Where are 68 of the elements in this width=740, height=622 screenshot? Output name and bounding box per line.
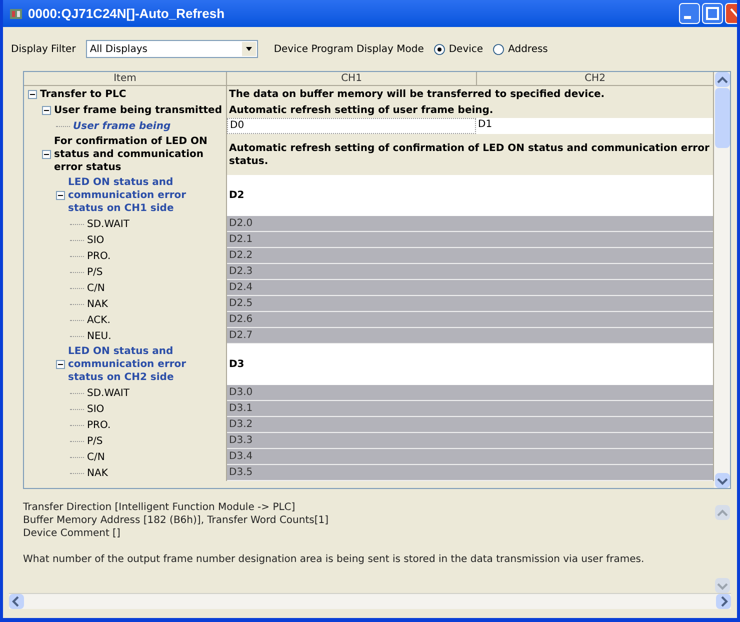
item-label: SD.WAIT — [87, 386, 130, 400]
item-label: C/N — [87, 450, 105, 464]
minimize-icon[interactable] — [679, 3, 700, 24]
horizontal-scrollbar[interactable] — [9, 593, 731, 609]
item-label: SIO — [87, 402, 104, 416]
device-value: D2 — [229, 189, 244, 203]
item-label: C/N — [87, 282, 105, 294]
info-line: Buffer Memory Address [182 (B6h)], Transfer Word Counts[1] — [23, 514, 330, 527]
radio-label[interactable]: Device — [448, 42, 484, 56]
item-label: P/S — [87, 434, 103, 448]
item-label: For confirmation of LED ON status and communication error status — [54, 135, 208, 174]
info-line: Device Comment [] — [23, 527, 122, 540]
mode-label: Device Program Display Mode — [274, 42, 424, 56]
info-line: Transfer Direction [Intelligent Function Module -> PLC] — [23, 501, 296, 514]
device-cell: D2.4 — [227, 280, 713, 296]
device-cell: D2.0 — [227, 216, 713, 232]
window-title: 0000:QJ71C24N[]-Auto_Refresh — [28, 4, 225, 23]
device-cell: D2.5 — [227, 296, 713, 312]
device-cell: D3.4 — [227, 449, 713, 465]
device-cell: D2.2 — [227, 248, 713, 264]
description-text: Automatic refresh setting of confirmation of LED ON status and communication error status. — [229, 142, 710, 168]
item-label: LED ON status and communication error status on CH1 side — [68, 176, 188, 215]
device-cell: D3.1 — [227, 401, 713, 417]
item-label: SD.WAIT — [87, 218, 130, 230]
close-icon[interactable] — [725, 3, 737, 24]
device-cell: D2.6 — [227, 312, 713, 328]
scroll-thumb[interactable] — [714, 88, 730, 148]
radio-button[interactable] — [493, 44, 504, 54]
radio-label[interactable]: Address — [508, 42, 548, 56]
collapse-icon[interactable] — [56, 360, 65, 369]
collapse-icon[interactable] — [42, 150, 51, 159]
item-label: User frame being transmitted — [54, 104, 222, 116]
vertical-scrollbar[interactable] — [714, 72, 730, 488]
scroll-up-icon[interactable] — [714, 72, 730, 87]
filter-label: Display Filter — [11, 42, 76, 56]
device-cell: D3.5 — [227, 465, 713, 481]
collapse-icon[interactable] — [42, 106, 51, 114]
collapse-icon[interactable] — [56, 191, 65, 200]
item-label: SIO — [87, 234, 104, 246]
device-cell: D3.3 — [227, 433, 713, 449]
item-label: PRO. — [87, 250, 111, 262]
explanation-text: What number of the output frame number designation area is being sent is stored in the data transmission via user frames. — [23, 553, 646, 566]
item-label: P/S — [87, 266, 103, 278]
device-cell: D2.3 — [227, 264, 713, 280]
item-label: ACK. — [87, 314, 110, 326]
maximize-icon[interactable] — [702, 3, 723, 24]
collapse-icon[interactable] — [28, 90, 37, 98]
device-cell: D2.1 — [227, 232, 713, 248]
app-icon — [9, 6, 23, 20]
device-value: D3 — [229, 358, 244, 372]
device-cell: D3.0 — [227, 385, 713, 401]
item-label: LED ON status and communication error status on CH2 side — [68, 345, 188, 384]
item-label: User frame being — [73, 120, 171, 132]
device-cell: D3.2 — [227, 417, 713, 433]
radio-button[interactable] — [434, 44, 445, 54]
scroll-left-icon[interactable] — [9, 594, 24, 609]
item-label: NAK — [87, 466, 108, 480]
device-cell: D2.7 — [227, 328, 713, 344]
description-text: The data on buffer memory will be transferred to specified device. — [229, 88, 605, 100]
item-label: NAK — [87, 298, 108, 310]
description-text: Automatic refresh setting of user frame being. — [229, 104, 494, 116]
item-label: NEU. — [87, 330, 112, 342]
scroll-down-icon[interactable] — [714, 473, 730, 488]
device-input[interactable]: D1 — [476, 118, 713, 134]
item-label: PRO. — [87, 418, 111, 432]
item-label: Transfer to PLC — [40, 88, 126, 100]
scroll-right-icon[interactable] — [716, 594, 731, 609]
filter-dropdown[interactable]: All Displays — [86, 40, 258, 58]
